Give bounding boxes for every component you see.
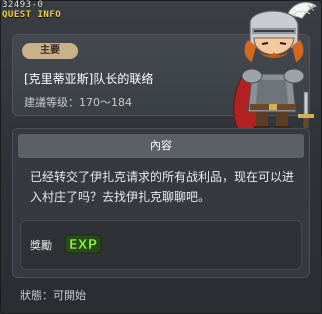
close-icon[interactable]: ✕ — [304, 2, 318, 16]
quest-level-range: 建議等级：170～184 — [24, 96, 132, 109]
content-tab-header: 內容 — [18, 134, 304, 158]
npc-knight-portrait — [233, 2, 318, 133]
window-title: QUEST INFO — [2, 10, 62, 20]
reward-label: 獎勵 — [30, 239, 52, 252]
exp-icon-text: EXP — [69, 238, 97, 253]
exp-icon: EXP — [64, 234, 102, 254]
quest-id: 32493-0 — [2, 0, 44, 10]
quest-name: [克里蒂亚斯]队长的联络 — [24, 72, 154, 86]
quest-description: 已经转交了伊扎克请求的所有战利品，现在可以进入村庄了吗？去找伊扎克聊聊吧。 — [30, 170, 295, 204]
reward-box — [20, 220, 302, 270]
quest-category-badge: 主要 — [22, 43, 78, 59]
quest-status: 狀態：可開始 — [20, 289, 86, 302]
